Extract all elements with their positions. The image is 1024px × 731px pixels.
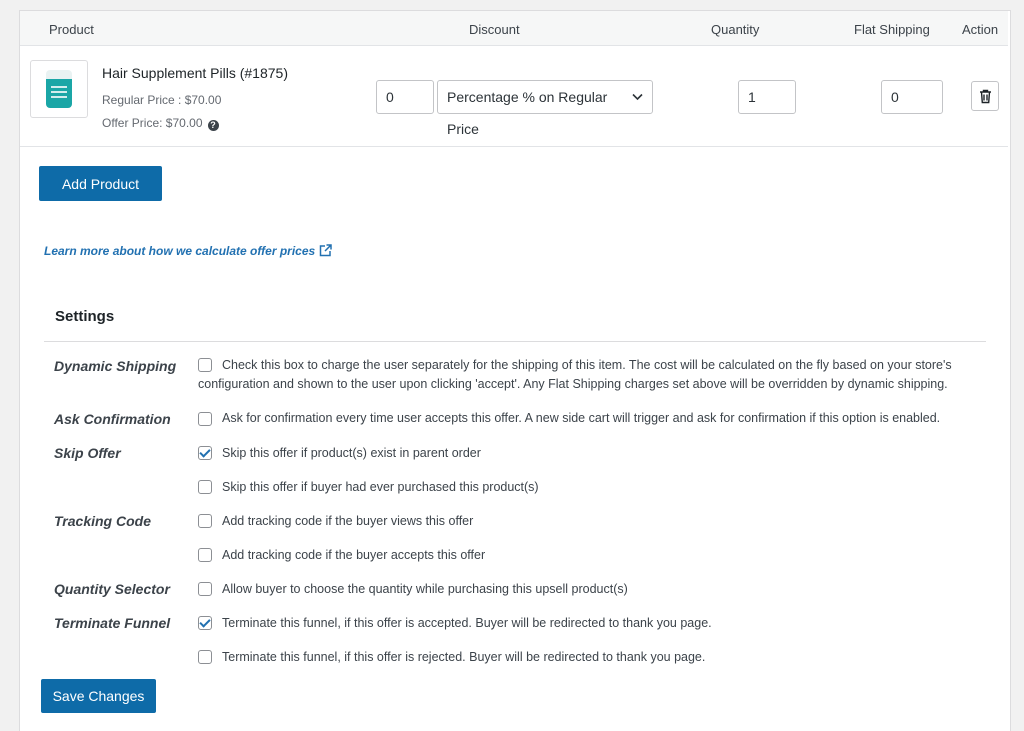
chevron-down-icon	[632, 93, 643, 101]
ask-confirmation-text: Ask for confirmation every time user acc…	[222, 411, 941, 425]
help-icon[interactable]: ?	[207, 120, 219, 131]
header-flat-shipping: Flat Shipping	[854, 22, 930, 37]
header-product: Product	[49, 22, 94, 37]
save-changes-button[interactable]: Save Changes	[41, 679, 156, 713]
tracking-code-text-2: Add tracking code if the buyer accepts t…	[222, 548, 486, 562]
offer-price-text: Offer Price: $70.00	[102, 116, 203, 130]
trash-icon	[979, 89, 991, 103]
quantity-selector-text: Allow buyer to choose the quantity while…	[222, 582, 628, 596]
checkbox-tracking-accepts[interactable]	[198, 548, 212, 562]
label-skip-offer: Skip Offer	[54, 445, 121, 461]
checkbox-skip-offer-parent-order[interactable]	[198, 446, 212, 460]
product-thumbnail	[30, 60, 88, 118]
settings-divider	[44, 341, 986, 342]
label-ask-confirmation: Ask Confirmation	[54, 411, 171, 427]
label-tracking-code: Tracking Code	[54, 513, 151, 529]
dynamic-shipping-text-2: configuration and shown to the user upon…	[198, 377, 948, 391]
add-product-button[interactable]: Add Product	[39, 166, 162, 201]
checkbox-ask-confirmation[interactable]	[198, 412, 212, 426]
skip-offer-text-2: Skip this offer if buyer had ever purcha…	[222, 480, 539, 494]
checkbox-skip-offer-purchased[interactable]	[198, 480, 212, 494]
product-name: Hair Supplement Pills (#1875)	[102, 65, 288, 81]
product-bottle-image	[46, 70, 72, 108]
skip-offer-text-1: Skip this offer if product(s) exist in p…	[222, 446, 481, 460]
external-link-icon	[319, 244, 332, 257]
header-action: Action	[962, 22, 999, 37]
label-dynamic-shipping: Dynamic Shipping	[54, 358, 177, 374]
checkbox-quantity-selector[interactable]	[198, 582, 212, 596]
tracking-code-text-1: Add tracking code if the buyer views thi…	[222, 514, 474, 528]
discount-value-input[interactable]: 0	[376, 80, 434, 114]
learn-more-link[interactable]: Learn more about how we calculate offer …	[44, 244, 332, 258]
offer-price: Offer Price: $70.00?	[102, 116, 219, 131]
checkbox-tracking-views[interactable]	[198, 514, 212, 528]
flat-shipping-input[interactable]: 0	[881, 80, 943, 114]
discount-type-select[interactable]: Percentage % on Regular Price	[437, 80, 653, 137]
checkbox-terminate-rejected[interactable]	[198, 650, 212, 664]
header-discount: Discount	[469, 22, 520, 37]
label-quantity-selector: Quantity Selector	[54, 581, 170, 597]
regular-price: Regular Price : $70.00	[102, 93, 222, 107]
terminate-funnel-text-2: Terminate this funnel, if this offer is …	[222, 650, 706, 664]
label-terminate-funnel: Terminate Funnel	[54, 615, 171, 631]
product-table-header: Product Discount Quantity Flat Shipping …	[20, 11, 1008, 46]
header-quantity: Quantity	[711, 22, 760, 37]
quantity-input[interactable]: 1	[738, 80, 796, 114]
learn-more-text: Learn more about how we calculate offer …	[44, 244, 316, 258]
settings-title: Settings	[55, 308, 115, 325]
terminate-funnel-text-1: Terminate this funnel, if this offer is …	[222, 616, 712, 630]
checkbox-terminate-accepted[interactable]	[198, 616, 212, 630]
checkbox-dynamic-shipping[interactable]	[198, 358, 212, 372]
dynamic-shipping-text-1: Check this box to charge the user separa…	[222, 358, 952, 372]
delete-product-button[interactable]	[971, 81, 999, 111]
